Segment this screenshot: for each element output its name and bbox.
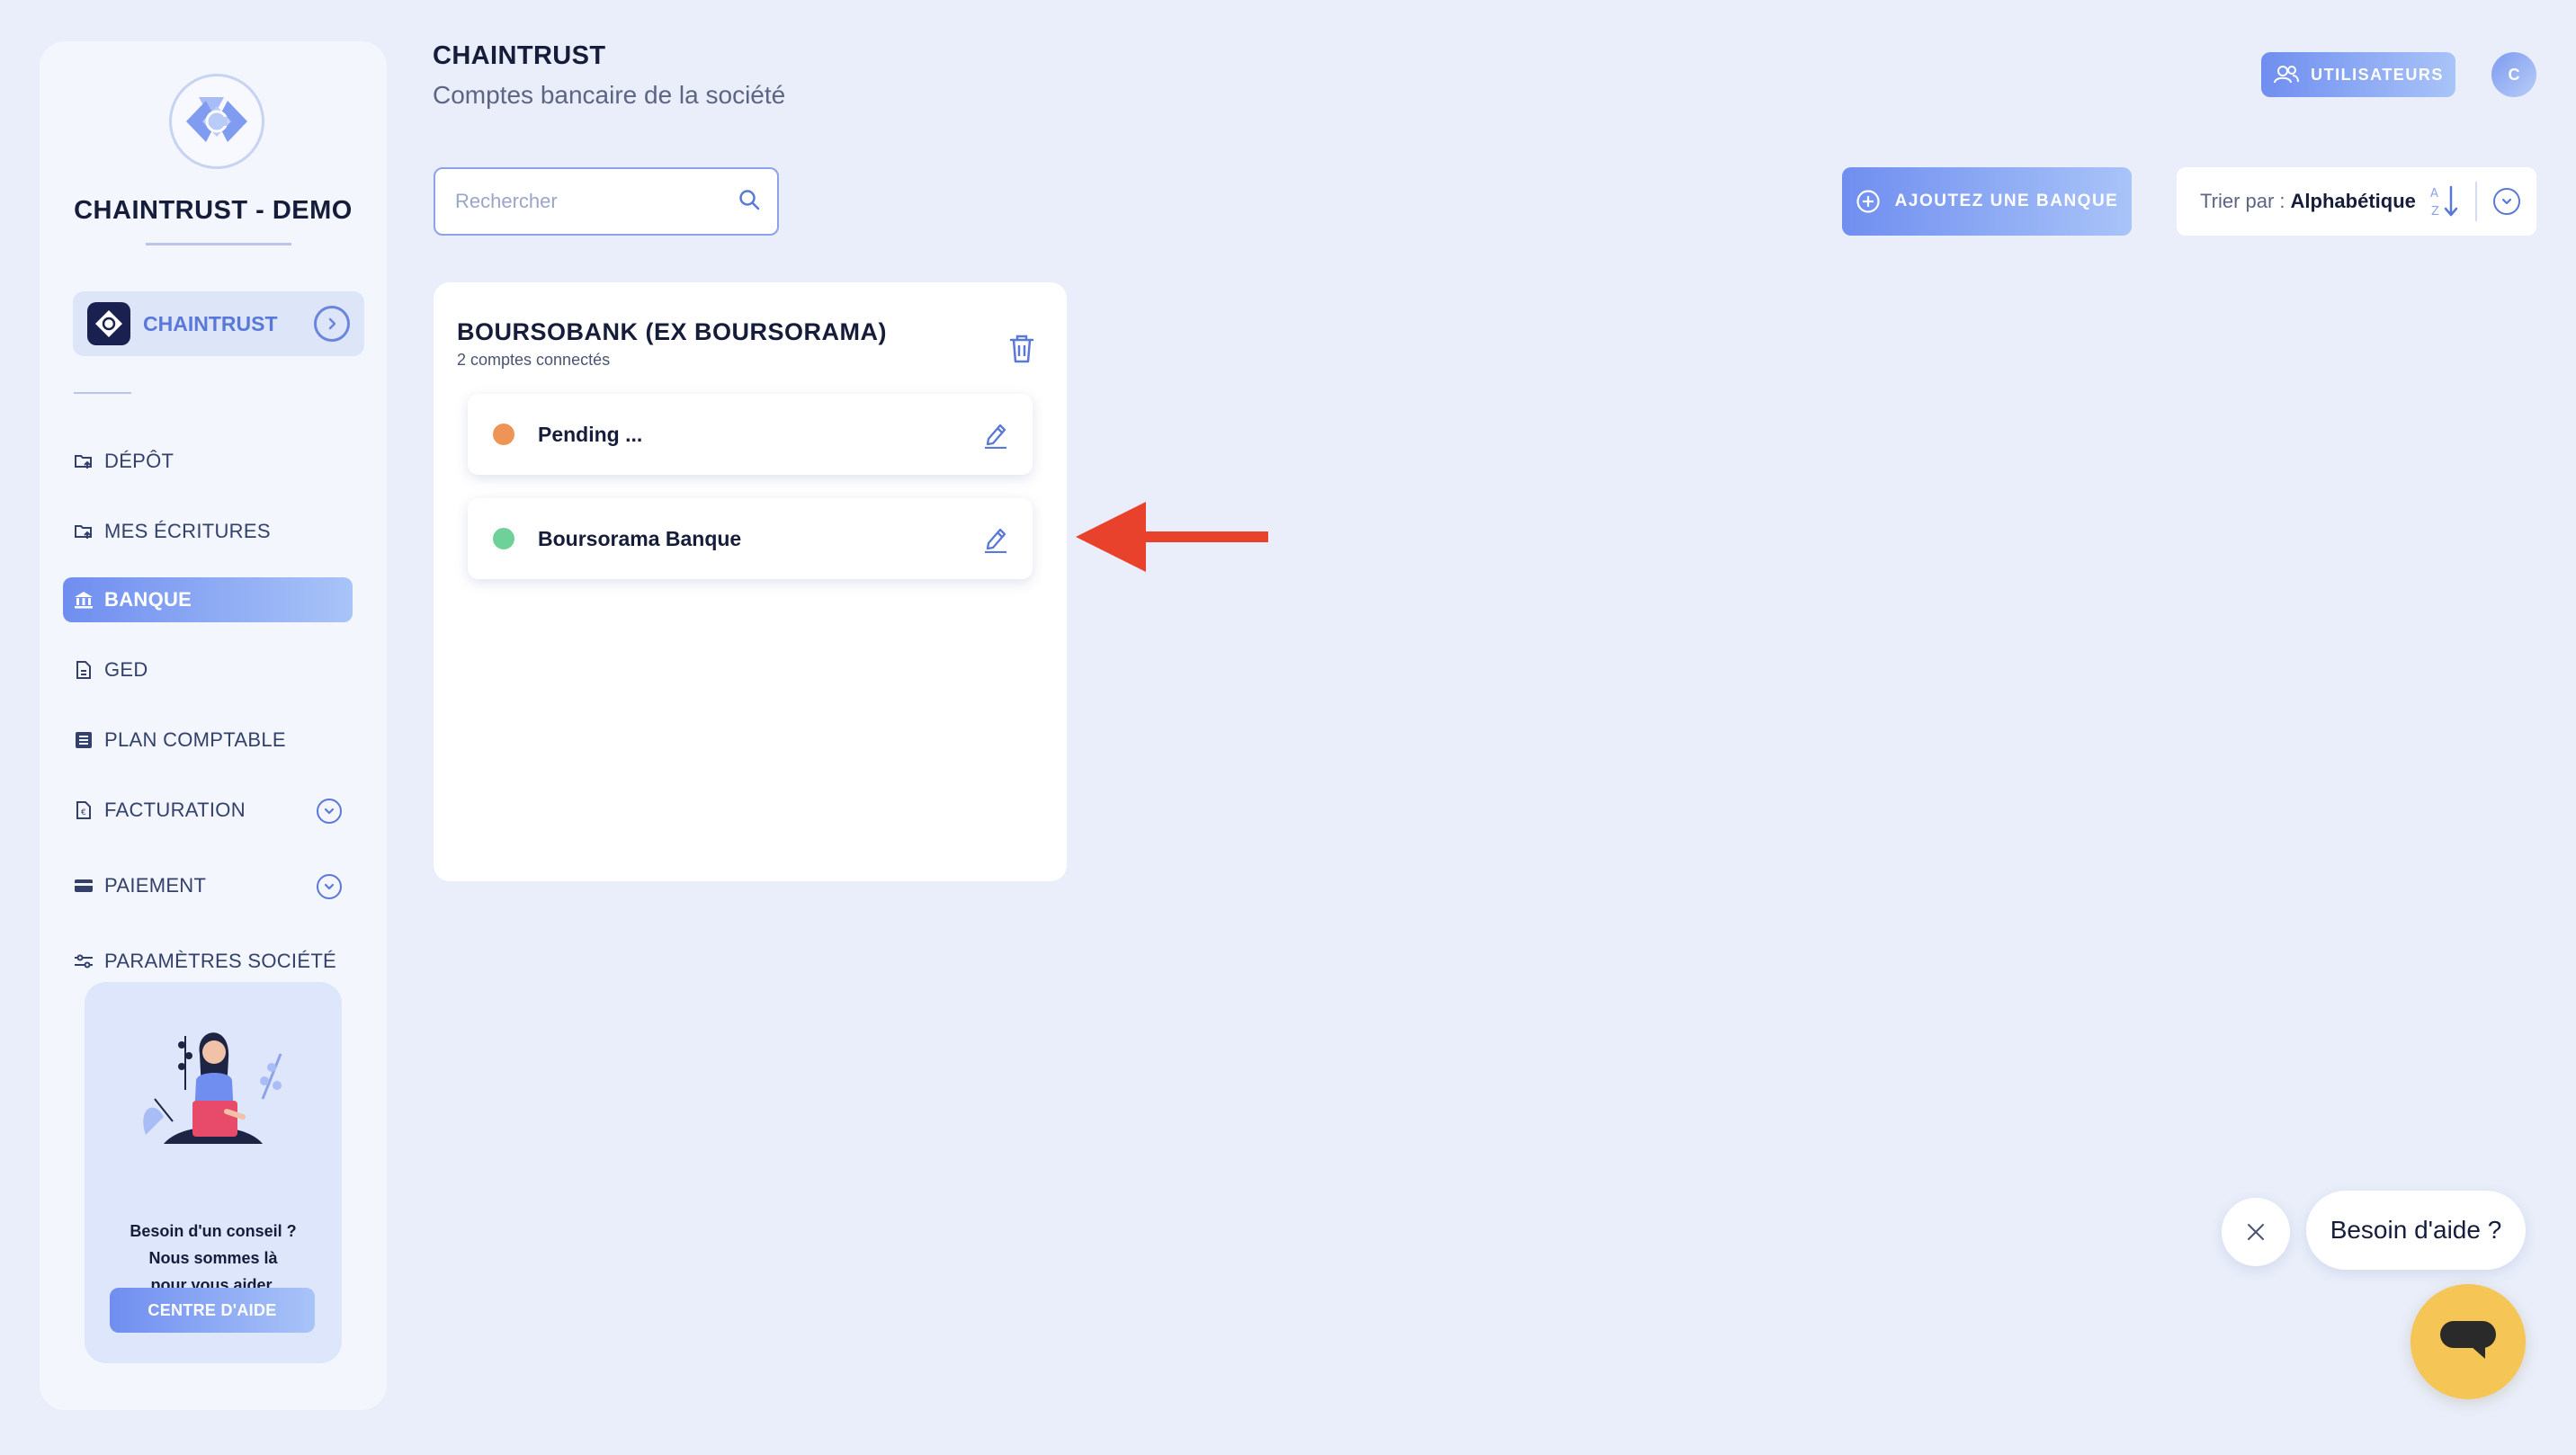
users-button[interactable]: UTILISATEURS (2261, 52, 2455, 97)
ledger-icon (74, 730, 94, 750)
sidebar-item-label: MES ÉCRITURES (104, 520, 271, 542)
sort-value: Alphabétique (2290, 190, 2416, 212)
bank-card: BOURSOBANK (EX BOURSORAMA) 2 comptes con… (434, 282, 1067, 881)
sidebar-item-label: BANQUE (104, 588, 192, 611)
search-field[interactable] (434, 167, 779, 236)
sort-select[interactable]: Trier par : Alphabétique AZ (2177, 167, 2536, 236)
help-card: Besoin d'un conseil ? Nous sommes là pou… (85, 982, 342, 1363)
status-dot-connected (493, 528, 514, 549)
sidebar-item-paiement[interactable]: PAIEMENT (63, 863, 353, 908)
chat-bubble[interactable]: Besoin d'aide ? (2306, 1191, 2526, 1270)
page-subtitle: Comptes bancaire de la société (433, 81, 786, 109)
chat-launcher-button[interactable] (2411, 1284, 2526, 1399)
bank-account-count: 2 comptes connectés (457, 351, 611, 369)
sidebar-item-label: DÉPÔT (104, 450, 174, 472)
bank-account-row[interactable]: Boursorama Banque (468, 498, 1033, 579)
sort-az-icon[interactable]: AZ (2428, 183, 2461, 219)
invoice-icon: € (74, 800, 94, 820)
sliders-icon (74, 951, 94, 971)
sidebar-item-label: PARAMÈTRES SOCIÉTÉ (104, 950, 337, 972)
bank-icon (74, 590, 94, 610)
sidebar-item-mes-ecritures[interactable]: MES ÉCRITURES (63, 509, 353, 554)
svg-text:€: € (81, 808, 86, 817)
chat-close-button[interactable] (2222, 1198, 2290, 1266)
chevron-down-icon[interactable] (317, 799, 342, 824)
status-dot-pending (493, 424, 514, 445)
search-icon[interactable] (738, 188, 761, 216)
avatar[interactable]: C (2491, 52, 2536, 97)
account-name: Boursorama Banque (538, 526, 742, 550)
add-bank-label: AJOUTEZ UNE BANQUE (1894, 192, 2119, 210)
bank-account-row[interactable]: Pending ... (468, 394, 1033, 475)
sidebar: CHAINTRUST - DEMO CHAINTRUST DÉPÔT MES É… (40, 41, 387, 1410)
company-avatar-icon (87, 302, 130, 345)
sidebar-item-facturation[interactable]: € FACTURATION (63, 788, 353, 833)
bank-name: BOURSOBANK (EX BOURSORAMA) (457, 318, 887, 345)
sidebar-item-label: PAIEMENT (104, 874, 207, 897)
folder-upload-icon (74, 522, 94, 541)
annotation-arrow-icon (1076, 502, 1268, 572)
help-text-line: Besoin d'un conseil ? (130, 1222, 297, 1240)
edit-icon[interactable] (982, 420, 1009, 449)
sidebar-item-label: PLAN COMPTABLE (104, 728, 286, 751)
chevron-down-icon[interactable] (2492, 188, 2520, 215)
sort-divider (2474, 182, 2477, 221)
sidebar-item-ged[interactable]: GED (63, 647, 353, 692)
sidebar-item-depot[interactable]: DÉPÔT (63, 439, 353, 484)
svg-text:A: A (2430, 187, 2438, 201)
svg-text:Z: Z (2431, 205, 2439, 219)
company-name: CHAINTRUST (143, 311, 278, 335)
help-illustration (143, 1032, 282, 1144)
company-logo (169, 74, 264, 169)
document-icon (74, 660, 94, 680)
chat-icon (2440, 1321, 2496, 1359)
edit-icon[interactable] (982, 524, 1009, 553)
close-icon (2248, 1224, 2264, 1240)
chevron-right-icon[interactable] (314, 306, 350, 342)
nav-divider (74, 392, 131, 394)
sidebar-item-label: GED (104, 658, 148, 681)
folder-upload-icon (74, 451, 94, 471)
users-button-label: UTILISATEURS (2311, 65, 2444, 84)
sidebar-item-banque[interactable]: BANQUE (63, 577, 353, 622)
users-icon (2273, 65, 2300, 85)
account-name: Pending ... (538, 422, 643, 446)
page-title: CHAINTRUST (433, 41, 606, 70)
sidebar-item-plan-comptable[interactable]: PLAN COMPTABLE (63, 718, 353, 763)
sidebar-item-parametres-societe[interactable]: PARAMÈTRES SOCIÉTÉ (63, 939, 353, 984)
chevron-down-icon[interactable] (317, 874, 342, 899)
help-center-button[interactable]: CENTRE D'AIDE (110, 1288, 315, 1333)
add-bank-button[interactable]: AJOUTEZ UNE BANQUE (1842, 167, 2132, 236)
search-input[interactable] (455, 190, 738, 213)
brand-title: CHAINTRUST - DEMO (74, 196, 353, 225)
brand-underline (146, 243, 291, 245)
plus-circle-icon (1856, 189, 1881, 214)
trash-icon[interactable] (1007, 333, 1036, 365)
sidebar-item-label: FACTURATION (104, 799, 246, 821)
help-text-line: Nous sommes là (148, 1249, 278, 1267)
company-switcher[interactable]: CHAINTRUST (73, 291, 364, 356)
help-text: Besoin d'un conseil ? Nous sommes là pou… (85, 1218, 342, 1299)
credit-card-icon (74, 876, 94, 896)
sort-label: Trier par : (2200, 190, 2285, 212)
